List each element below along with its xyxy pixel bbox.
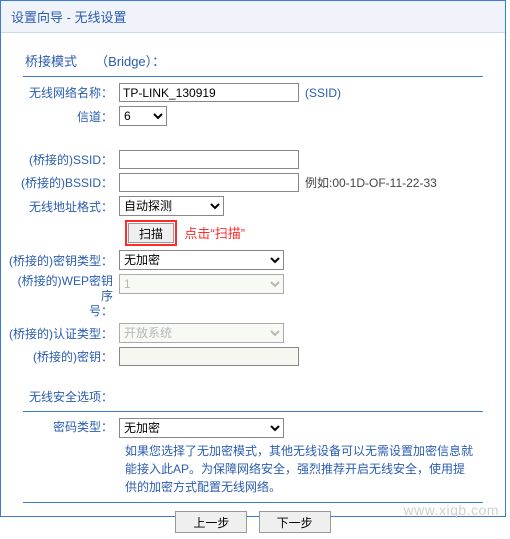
auth-select: 开放系统 — [119, 323, 284, 343]
security-note: 如果您选择了无加密模式，其他无线设备可以无需设置加密信息就能接入此AP。为保障网… — [125, 442, 475, 496]
divider-2 — [23, 411, 483, 412]
bridge-ssid-input[interactable] — [119, 150, 299, 169]
scan-hint: 点击“扫描” — [184, 226, 245, 241]
row-scan: 扫描 点击“扫描” — [125, 220, 497, 246]
scan-highlight: 扫描 — [125, 220, 177, 246]
key-label: (桥接的)密钥： — [9, 348, 119, 365]
row-security-option: 无线安全选项： — [9, 388, 497, 405]
spacer2 — [9, 370, 497, 384]
page-title: 设置向导 - 无线设置 — [11, 10, 127, 25]
row-enc-type: 密码类型： 无加密 — [9, 418, 497, 438]
wizard-panel: 设置向导 - 无线设置 桥接模式 （Bridge）： 无线网络名称： (SSID… — [0, 0, 506, 517]
panel-header: 设置向导 - 无线设置 — [1, 1, 505, 33]
row-wep-index: (桥接的)WEP密钥序 号： 1 — [9, 274, 497, 319]
row-bridge-bssid: (桥接的)BSSID： 例如:00-1D-OF-11-22-33 — [9, 173, 497, 192]
watermark: www.xiqb.com — [404, 502, 499, 518]
bridge-ssid-label: (桥接的)SSID： — [9, 151, 119, 168]
key-type-select[interactable]: 无加密 — [119, 250, 284, 270]
auth-label: (桥接的)认证类型： — [9, 325, 119, 342]
addr-format-select[interactable]: 自动探测 — [119, 196, 224, 216]
bridge-bssid-label: (桥接的)BSSID： — [9, 174, 119, 191]
next-button[interactable]: 下一步 — [259, 511, 331, 533]
wep-index-select: 1 — [119, 274, 284, 294]
mode-paren: （Bridge）： — [95, 54, 165, 69]
row-auth: (桥接的)认证类型： 开放系统 — [9, 323, 497, 343]
addr-format-label: 无线地址格式： — [9, 198, 119, 215]
bssid-example: 例如:00-1D-OF-11-22-33 — [305, 174, 437, 191]
divider-1 — [23, 76, 483, 77]
enc-type-select[interactable]: 无加密 — [119, 418, 284, 438]
security-option-label: 无线安全选项： — [9, 388, 119, 405]
bridge-bssid-input[interactable] — [119, 173, 299, 192]
row-key-type: (桥接的)密钥类型： 无加密 — [9, 250, 497, 270]
wep-index-label: (桥接的)WEP密钥序 号： — [9, 274, 119, 319]
enc-type-label: 密码类型： — [9, 418, 119, 435]
ssid-label: 无线网络名称： — [9, 84, 119, 101]
channel-select[interactable]: 6 — [119, 106, 167, 126]
panel-content: 桥接模式 （Bridge）： 无线网络名称： (SSID) 信道： 6 (桥接的… — [1, 33, 505, 539]
mode-label: 桥接模式 — [25, 54, 77, 69]
row-bridge-ssid: (桥接的)SSID： — [9, 150, 497, 169]
ssid-suffix: (SSID) — [305, 86, 341, 100]
spacer — [9, 130, 497, 146]
key-input — [119, 347, 299, 366]
row-channel: 信道： 6 — [9, 106, 497, 126]
key-type-label: (桥接的)密钥类型： — [9, 252, 119, 269]
row-ssid: 无线网络名称： (SSID) — [9, 83, 497, 102]
channel-label: 信道： — [9, 108, 119, 125]
enc-type-group: 无加密 — [119, 418, 284, 438]
ssid-input[interactable] — [119, 83, 299, 102]
prev-button[interactable]: 上一步 — [175, 511, 247, 533]
scan-button[interactable]: 扫描 — [128, 223, 174, 243]
row-key: (桥接的)密钥： — [9, 347, 497, 366]
mode-row: 桥接模式 （Bridge）： — [25, 51, 497, 70]
row-addr-format: 无线地址格式： 自动探测 — [9, 196, 497, 216]
